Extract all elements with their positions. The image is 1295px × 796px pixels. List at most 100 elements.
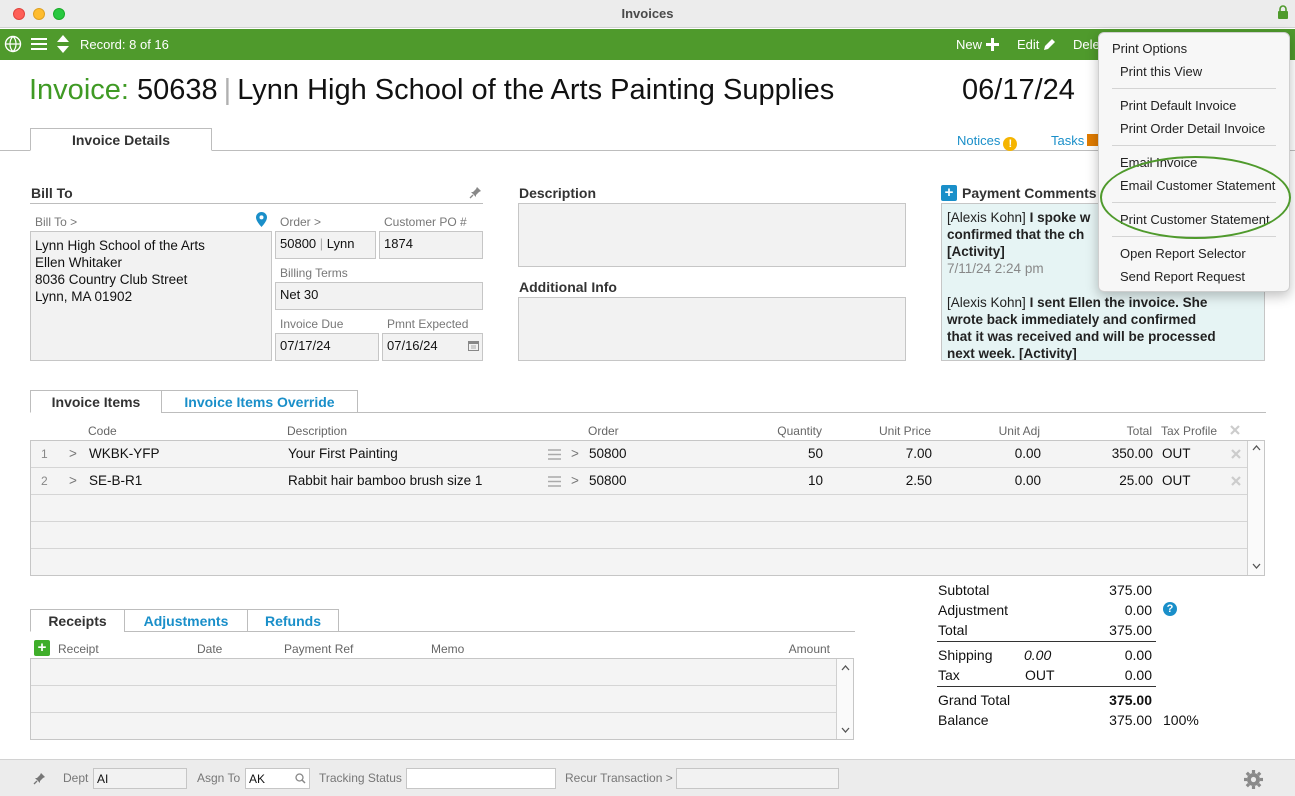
tasks-link[interactable]: Tasks [1051,133,1100,148]
col-description[interactable]: Description [287,424,347,438]
col-code[interactable]: Code [88,424,117,438]
customer-po-field[interactable]: 1874 [379,231,483,259]
record-navigate-icon[interactable] [56,34,70,54]
delete-row-icon[interactable] [1230,448,1242,460]
table-row-empty[interactable] [31,549,1248,575]
subtotal-label: Subtotal [938,582,990,598]
item-tax-profile: OUT [1162,446,1191,461]
calendar-icon[interactable] [468,341,479,351]
gear-icon[interactable] [1243,769,1264,790]
col-unit-price[interactable]: Unit Price [861,424,931,438]
tab-refunds[interactable]: Refunds [247,609,339,632]
item-total: 350.00 [1111,446,1153,461]
notes-icon[interactable] [548,449,561,460]
tab-invoice-items-override[interactable]: Invoice Items Override [161,390,358,413]
tracking-status-field[interactable] [406,768,556,789]
recur-transaction-field[interactable] [676,768,839,789]
shipping-input[interactable]: 0.00 [1024,647,1051,663]
menu-item-print-order-detail-invoice[interactable]: Print Order Detail Invoice [1120,121,1265,136]
payment-comments-title: Payment Comments [962,185,1097,201]
table-row-empty[interactable] [31,659,837,686]
menu-item-print-default-invoice[interactable]: Print Default Invoice [1120,98,1236,113]
invoice-due-label: Invoice Due [280,317,344,331]
new-button[interactable]: New [956,37,999,52]
tab-receipts[interactable]: Receipts [30,609,125,632]
recur-transaction-label[interactable]: Recur Transaction > [565,771,673,785]
search-icon[interactable] [295,773,306,784]
scroll-down-icon[interactable] [1252,563,1261,569]
order-label[interactable]: Order > [280,215,321,229]
col-order[interactable]: Order [588,424,619,438]
comment-text: I spoke w [1029,210,1091,225]
menu-item-send-report-request[interactable]: Send Report Request [1120,269,1245,284]
list-menu-icon[interactable] [31,37,47,51]
add-receipt-button[interactable]: + [34,640,50,656]
comment-author: [Alexis Kohn] [947,295,1026,310]
tab-invoice-items[interactable]: Invoice Items [30,390,162,413]
invoice-number: 50638 [137,74,218,106]
table-row-empty[interactable] [31,686,837,713]
col-payment-ref[interactable]: Payment Ref [284,642,353,656]
col-unit-adj[interactable]: Unit Adj [970,424,1040,438]
add-comment-button[interactable]: + [941,185,957,201]
billing-terms-label: Billing Terms [280,266,348,280]
pin-icon[interactable] [33,772,46,785]
col-receipt[interactable]: Receipt [58,642,99,656]
shipping-value: 0.00 [1124,647,1152,663]
notes-icon[interactable] [548,476,561,487]
menu-item-print-this-view[interactable]: Print this View [1120,64,1202,79]
row-number: 1 [41,447,48,461]
receipts-scrollbar[interactable] [836,659,853,739]
lock-icon[interactable] [1277,5,1289,19]
col-total[interactable]: Total [1080,424,1152,438]
order-field[interactable]: 50800 | Lynn [275,231,376,259]
location-pin-icon[interactable] [256,212,267,227]
table-row-empty[interactable] [31,522,1248,549]
scroll-up-icon[interactable] [1252,445,1261,451]
balance-label: Balance [938,712,989,728]
col-tax-profile[interactable]: Tax Profile [1161,424,1217,438]
tax-profile[interactable]: OUT [1025,667,1055,683]
tab-invoice-details[interactable]: Invoice Details [30,128,212,151]
globe-icon[interactable] [4,35,22,53]
billing-terms-field[interactable]: Net 30 [275,282,483,310]
col-date[interactable]: Date [197,642,222,656]
tab-adjustments[interactable]: Adjustments [124,609,248,632]
bill-to-label[interactable]: Bill To > [35,215,77,229]
col-quantity[interactable]: Quantity [762,424,822,438]
tasks-label: Tasks [1051,133,1085,148]
col-amount[interactable]: Amount [760,642,830,656]
row-expand-icon[interactable]: > [69,473,77,488]
order-link-icon[interactable]: > [571,446,579,461]
items-scrollbar[interactable] [1247,441,1264,575]
table-row-empty[interactable] [31,713,837,740]
edit-button[interactable]: Edit [1017,37,1056,52]
delete-row-icon[interactable] [1230,475,1242,487]
pmnt-expected-value: 07/16/24 [387,338,438,353]
balance-percent: 100% [1163,712,1199,728]
row-expand-icon[interactable]: > [69,446,77,461]
menu-item-open-report-selector[interactable]: Open Report Selector [1120,246,1246,261]
order-link-icon[interactable]: > [571,473,579,488]
help-icon[interactable]: ? [1163,602,1177,616]
additional-info-field[interactable] [518,297,906,361]
table-row-empty[interactable] [31,495,1248,522]
customer-po-label: Customer PO # [384,215,467,229]
table-row[interactable]: 2 > SE-B-R1 Rabbit hair bamboo brush siz… [31,468,1248,495]
scroll-up-icon[interactable] [841,665,850,671]
scroll-down-icon[interactable] [841,727,850,733]
bill-to-address[interactable]: Lynn High School of the Arts Ellen Whita… [30,231,272,361]
notices-link[interactable]: Notices! [957,133,1018,151]
totals-rule [937,641,1156,642]
new-label: New [956,37,983,52]
pin-icon[interactable] [469,186,482,199]
dept-field[interactable]: AI [93,768,187,789]
description-field[interactable] [518,203,906,267]
table-row[interactable]: 1 > WKBK-YFP Your First Painting > 50800… [31,441,1248,468]
dept-label: Dept [63,771,89,785]
invoice-due-field[interactable]: 07/17/24 [275,333,379,361]
item-description: Your First Painting [288,446,398,461]
warning-icon: ! [1003,137,1018,151]
col-memo[interactable]: Memo [431,642,464,656]
delete-button[interactable]: Dele [1073,37,1100,52]
